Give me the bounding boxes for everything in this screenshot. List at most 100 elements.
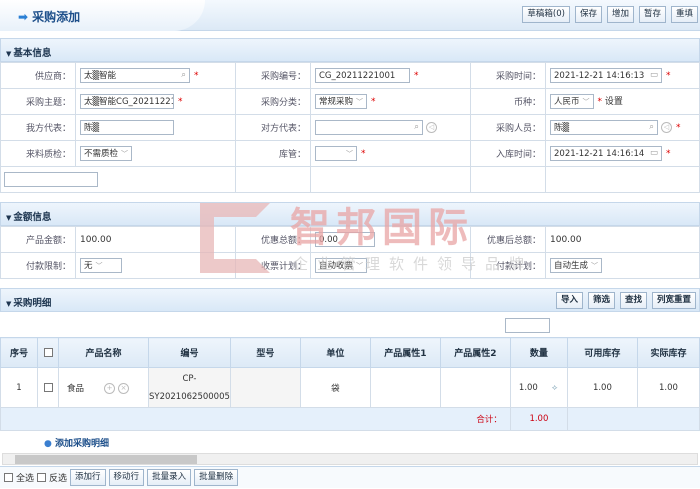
qc-select[interactable]: 不需质检 bbox=[80, 146, 133, 161]
scrollbar-thumb[interactable] bbox=[15, 455, 197, 464]
search-icon: ⌕ bbox=[414, 122, 419, 132]
select-all-checkbox[interactable] bbox=[4, 473, 13, 482]
col-select bbox=[37, 337, 59, 368]
purchase-detail-table: 序号 产品名称 编号 型号 单位 产品属性1 产品属性2 数量 可用库存 实际库… bbox=[0, 337, 700, 431]
calendar-icon: ▭ bbox=[649, 148, 658, 158]
model bbox=[229, 367, 301, 408]
purchase-time-input[interactable]: 2021-12-21 14:16:13 ▭ bbox=[550, 68, 662, 83]
detail-search-input[interactable] bbox=[505, 318, 550, 333]
supplier-label: 供应商： bbox=[0, 62, 76, 89]
detail-footer: 全选 反选 添加行 移动行 批量录入 批量删除 bbox=[0, 466, 700, 488]
available-stock: 1.00 bbox=[566, 367, 638, 408]
after-discount-amount: 100.00 bbox=[545, 226, 700, 253]
our-rep-input[interactable]: 陈▒ bbox=[80, 120, 174, 135]
invert-label[interactable]: 反选 bbox=[49, 471, 67, 484]
after-discount-label: 优惠后总额： bbox=[470, 226, 546, 253]
section-amount-info[interactable]: ▼ 金额信息 bbox=[0, 202, 700, 226]
total-row: 合计： 1.00 bbox=[0, 407, 700, 431]
temp-save-button[interactable]: 暂存 bbox=[638, 6, 666, 23]
col-qty: 数量 bbox=[509, 337, 568, 368]
page-title-text: 采购添加 bbox=[32, 10, 81, 24]
currency-label: 币种： bbox=[470, 88, 546, 115]
filter-button[interactable]: 筛选 bbox=[587, 292, 615, 309]
select-all-checkbox[interactable] bbox=[43, 347, 53, 357]
instock-time-input[interactable]: 2021-12-21 14:16:14 ▭ bbox=[550, 146, 662, 161]
category-select[interactable]: 常规采购 bbox=[315, 94, 368, 109]
qty-cell[interactable]: 1.00 ⟡ bbox=[509, 367, 568, 408]
category-label: 采购分类： bbox=[235, 88, 311, 115]
section-title: 基本信息 bbox=[13, 48, 52, 59]
product-amount-label: 产品金额： bbox=[0, 226, 76, 253]
pay-limit-select[interactable]: 无 bbox=[80, 258, 122, 273]
subject-input[interactable]: 太▒智能CG_2021122100 bbox=[80, 94, 174, 109]
stepper-icon: ⟡ bbox=[551, 382, 558, 393]
page-title: ➡ 采购添加 bbox=[18, 8, 80, 25]
attr1 bbox=[369, 367, 441, 408]
table-row: 1 食品 + × CP- SY2021062500005 袋 1.00 ⟡ 1.00 1… bbox=[0, 367, 700, 408]
keeper-label: 库管： bbox=[235, 140, 311, 167]
col-model: 型号 bbox=[229, 337, 301, 368]
discount-input[interactable]: 0.00 bbox=[315, 232, 375, 247]
pay-limit-label: 付款限制： bbox=[0, 252, 76, 279]
currency-select[interactable]: 人民币 bbox=[550, 94, 594, 109]
col-actual-stock: 实际库存 bbox=[636, 337, 700, 368]
their-rep-input[interactable]: ⌕ bbox=[315, 120, 423, 135]
code-input[interactable]: CG_20211221001 bbox=[315, 68, 410, 83]
pay-plan-label: 付款计划： bbox=[470, 252, 546, 279]
col-code: 编号 bbox=[148, 337, 231, 368]
arrow-right-icon: ➡ bbox=[18, 10, 29, 24]
search-icon[interactable]: ⌕ bbox=[181, 69, 186, 81]
add-icon[interactable]: + bbox=[104, 382, 116, 394]
invoice-plan-select[interactable]: 自动收票 bbox=[315, 258, 368, 273]
col-attr2: 产品属性2 bbox=[439, 337, 511, 368]
row-checkbox[interactable] bbox=[43, 382, 53, 392]
save-button[interactable]: 保存 bbox=[574, 6, 602, 23]
code-label: 采购编号： bbox=[235, 62, 311, 89]
add-button[interactable]: 增加 bbox=[606, 6, 634, 23]
keeper-select[interactable] bbox=[315, 146, 357, 161]
buyer-input[interactable]: 陈▒ ⌕ bbox=[550, 120, 658, 135]
product-code-line1: CP- bbox=[182, 373, 197, 384]
reset-button[interactable]: 重填 bbox=[670, 6, 698, 23]
clear-icon[interactable]: ◁ bbox=[661, 122, 672, 133]
move-row-button[interactable]: 移动行 bbox=[108, 469, 145, 486]
reset-column-width-button[interactable]: 列宽重置 bbox=[651, 292, 696, 309]
total-qty: 1.00 bbox=[509, 407, 568, 431]
batch-entry-button[interactable]: 批量录入 bbox=[147, 469, 192, 486]
drafts-button[interactable]: 草稿箱(0) bbox=[522, 6, 570, 23]
col-no: 序号 bbox=[0, 337, 38, 368]
their-rep-label: 对方代表： bbox=[235, 114, 311, 141]
add-row-button[interactable]: 添加行 bbox=[70, 469, 106, 486]
section-title: 采购明细 bbox=[13, 298, 52, 309]
select-all-label[interactable]: 全选 bbox=[16, 471, 34, 484]
row-no: 1 bbox=[0, 367, 38, 408]
extra-input[interactable] bbox=[4, 172, 98, 187]
our-rep-label: 我方代表： bbox=[0, 114, 76, 141]
col-unit: 单位 bbox=[299, 337, 371, 368]
product-name: 食品 bbox=[67, 383, 85, 394]
qc-label: 来料质检： bbox=[0, 140, 76, 167]
section-purchase-detail[interactable]: ▼ 采购明细 导入 筛选 查找 列宽重置 bbox=[0, 288, 700, 312]
batch-delete-button[interactable]: 批量删除 bbox=[194, 469, 239, 486]
clear-icon[interactable]: ◁ bbox=[426, 122, 437, 133]
product-code-line2: SY2021062500005 bbox=[149, 391, 230, 402]
supplier-input[interactable]: 太▒智能 ⌕ bbox=[80, 68, 190, 83]
unit[interactable]: 袋 bbox=[299, 367, 371, 408]
horizontal-scrollbar[interactable] bbox=[2, 453, 698, 465]
invert-checkbox[interactable] bbox=[37, 473, 47, 482]
import-button[interactable]: 导入 bbox=[555, 292, 583, 309]
find-button[interactable]: 查找 bbox=[619, 292, 647, 309]
section-title: 金额信息 bbox=[13, 212, 52, 223]
title-bar: ➡ 采购添加 草稿箱(0) 保存 增加 暂存 重填 bbox=[0, 0, 700, 31]
section-basic-info[interactable]: ▼ 基本信息 bbox=[0, 38, 700, 62]
product-amount: 100.00 bbox=[75, 226, 236, 253]
amount-form: 产品金额： 100.00 优惠总额： 0.00 优惠后总额： 100.00 付款… bbox=[0, 226, 700, 279]
actual-stock: 1.00 bbox=[636, 367, 700, 408]
pay-plan-select[interactable]: 自动生成 bbox=[550, 258, 603, 273]
search-icon: ⌕ bbox=[649, 122, 654, 132]
time-label: 采购时间： bbox=[470, 62, 546, 89]
add-detail-link[interactable]: ● 添加采购明细 bbox=[44, 436, 109, 449]
remove-icon[interactable]: × bbox=[118, 382, 130, 394]
attr2 bbox=[439, 367, 511, 408]
currency-settings-link[interactable]: 设置 bbox=[605, 97, 623, 107]
